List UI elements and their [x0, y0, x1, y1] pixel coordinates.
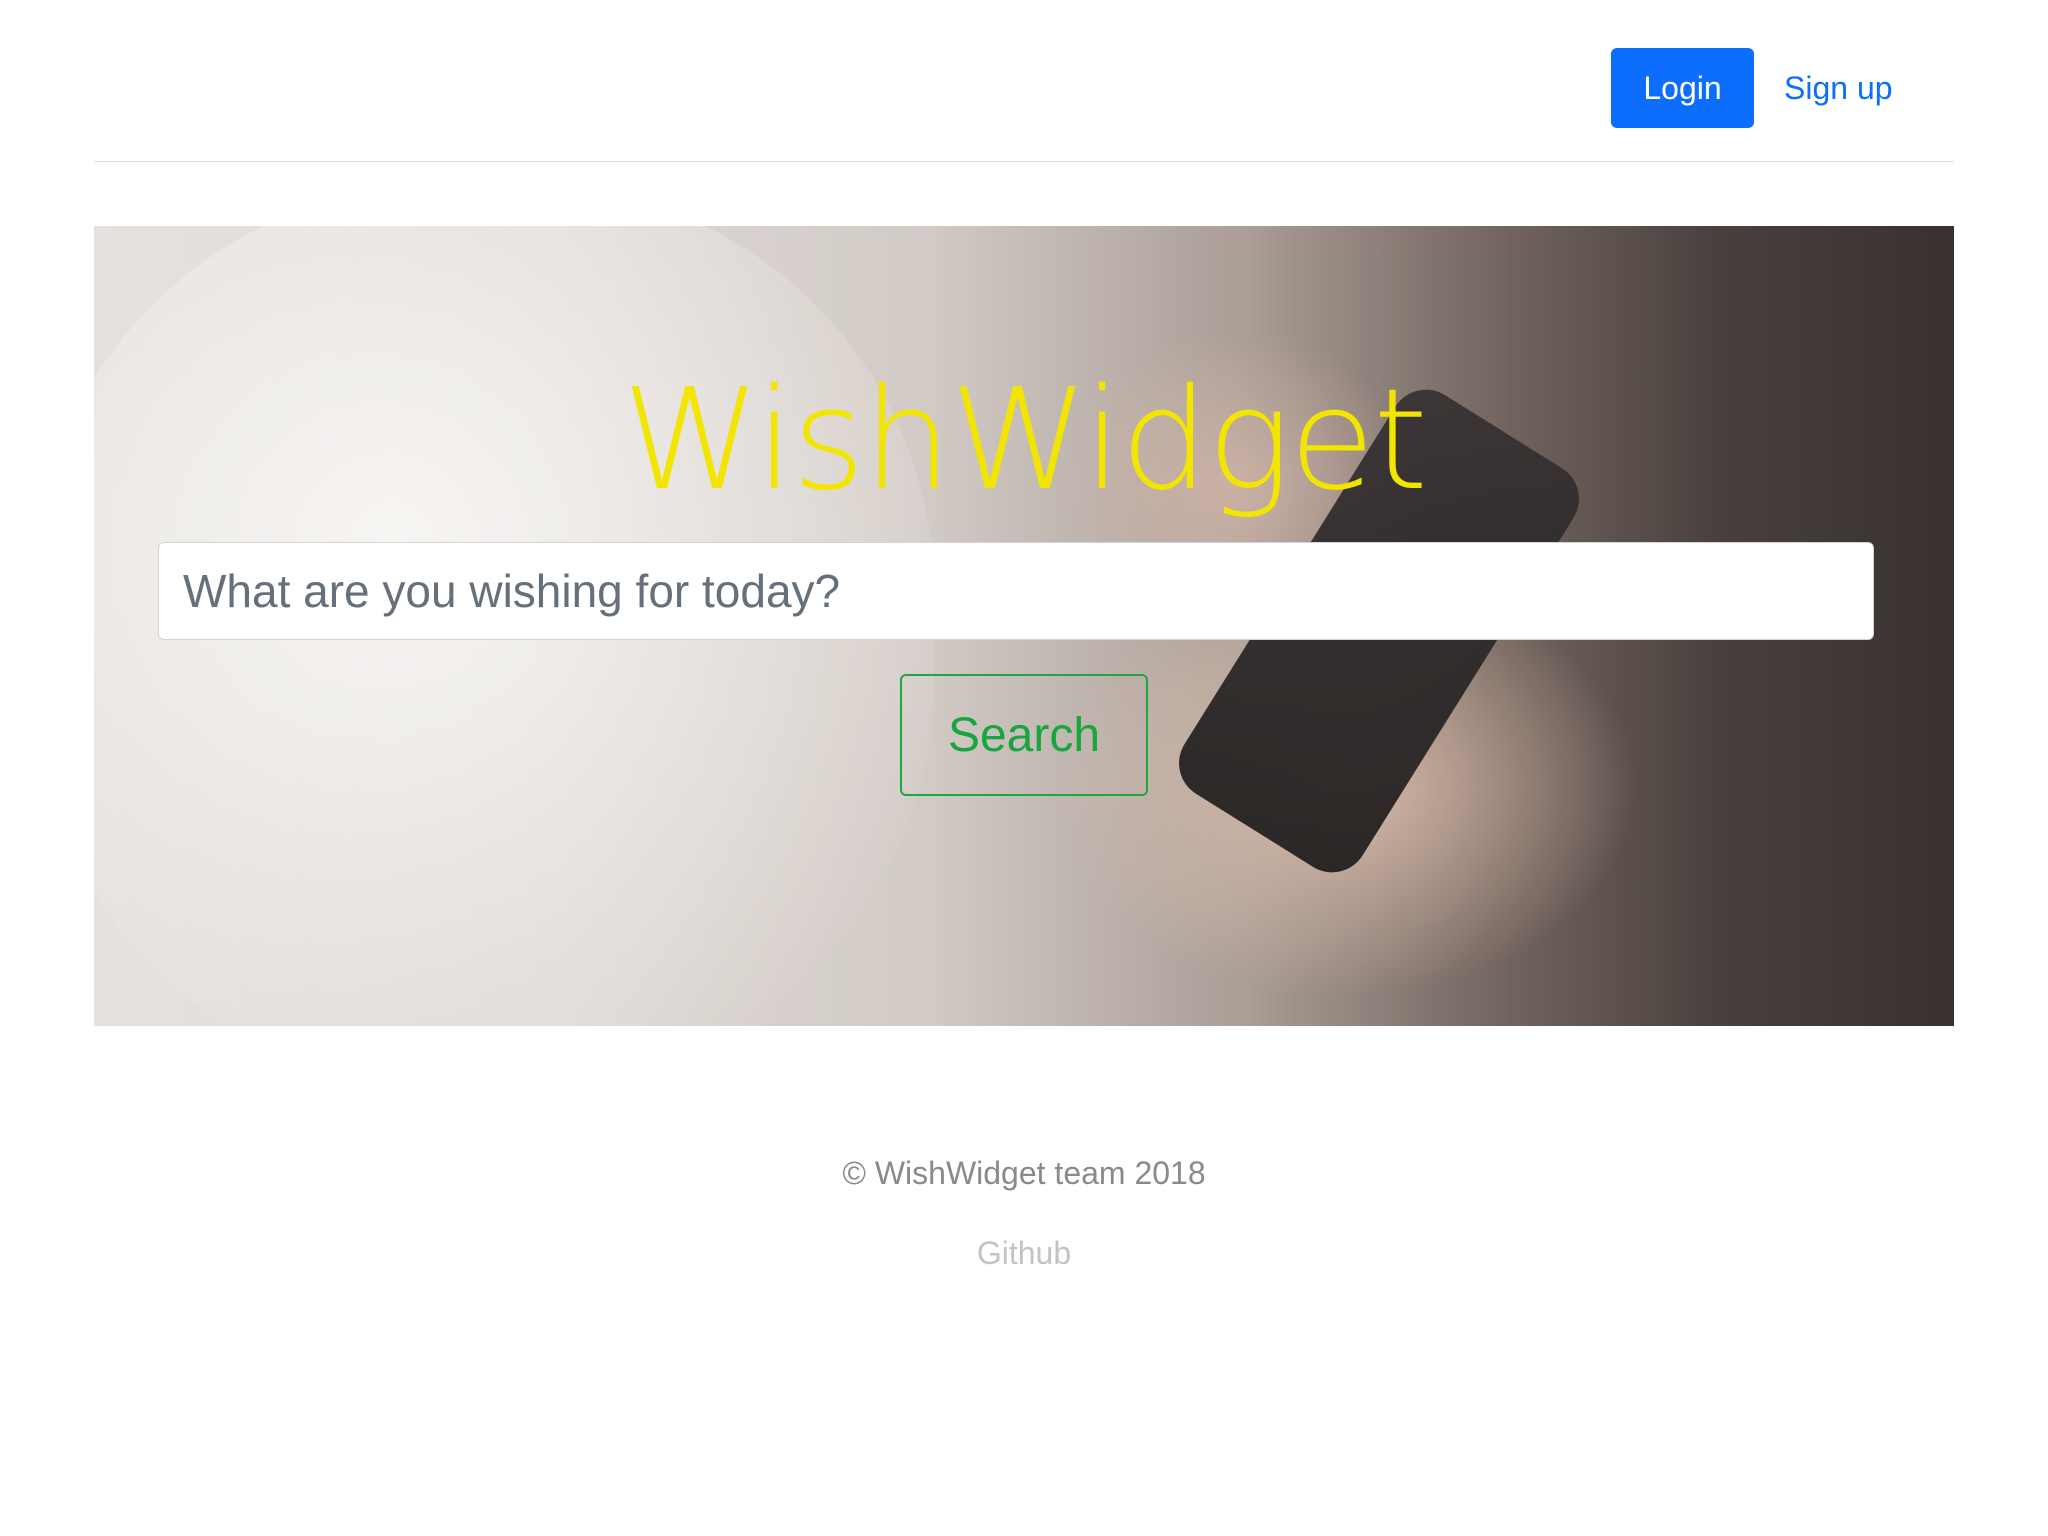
page: Login Sign up WishWidget Search © WishWi…: [0, 0, 2048, 1536]
footer-copyright: © WishWidget team 2018: [842, 1155, 1206, 1191]
search-button[interactable]: Search: [900, 674, 1148, 796]
login-button[interactable]: Login: [1611, 48, 1754, 128]
site-title: WishWidget: [621, 359, 1428, 522]
github-link[interactable]: Github: [0, 1235, 2048, 1272]
top-navbar: Login Sign up: [94, 0, 1954, 162]
hero-banner: WishWidget Search: [94, 226, 1954, 1026]
signup-link[interactable]: Sign up: [1784, 48, 1893, 128]
wish-search-input[interactable]: [158, 542, 1874, 640]
